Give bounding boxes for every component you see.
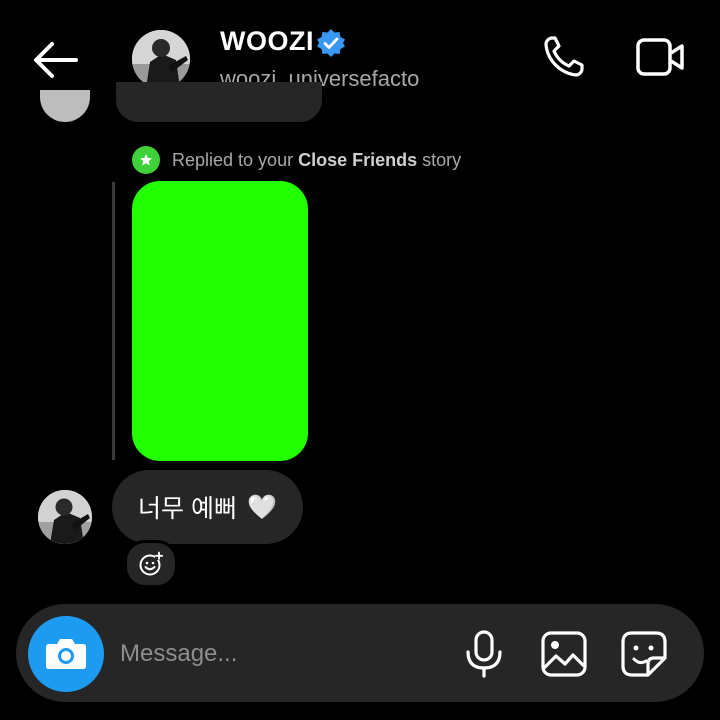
back-arrow-icon <box>34 42 78 78</box>
message-input[interactable] <box>120 636 440 672</box>
microphone-icon <box>466 630 502 678</box>
message-bubble[interactable]: 너무 예뻐 🤍 <box>112 470 303 544</box>
video-call-button[interactable] <box>634 34 688 80</box>
reply-text: Replied to your Close Friends story <box>172 150 461 171</box>
profile-photo <box>38 490 92 544</box>
add-reaction-button[interactable] <box>124 540 178 588</box>
camera-icon <box>46 639 86 669</box>
white-heart-emoji: 🤍 <box>246 493 277 521</box>
sticker-button[interactable] <box>618 628 670 680</box>
add-reaction-icon <box>139 551 164 576</box>
previous-message-bubble[interactable] <box>116 82 322 122</box>
camera-button[interactable] <box>28 616 104 692</box>
story-preview[interactable] <box>132 181 308 461</box>
video-camera-icon <box>636 38 684 76</box>
reply-suffix: story <box>417 149 462 170</box>
avatar[interactable] <box>132 30 190 88</box>
close-friends-star-icon <box>132 146 160 174</box>
audio-call-button[interactable] <box>540 34 590 80</box>
reply-prefix: Replied to your <box>172 149 299 170</box>
back-button[interactable] <box>30 38 82 82</box>
close-friends-label: Close Friends <box>298 149 418 170</box>
avatar <box>40 90 90 122</box>
story-reply-note: Replied to your Close Friends story <box>132 146 461 174</box>
verified-badge-icon <box>316 28 346 58</box>
sticker-icon <box>621 631 667 677</box>
reply-divider <box>112 182 115 460</box>
phone-icon <box>544 36 584 77</box>
voice-message-button[interactable] <box>460 628 508 680</box>
profile-photo <box>132 30 190 88</box>
contact-name[interactable]: WOOZI <box>220 26 314 57</box>
avatar[interactable] <box>38 490 92 544</box>
gallery-button[interactable] <box>538 628 590 680</box>
gallery-icon <box>541 631 587 677</box>
message-text: 너무 예뻐 <box>138 495 237 523</box>
